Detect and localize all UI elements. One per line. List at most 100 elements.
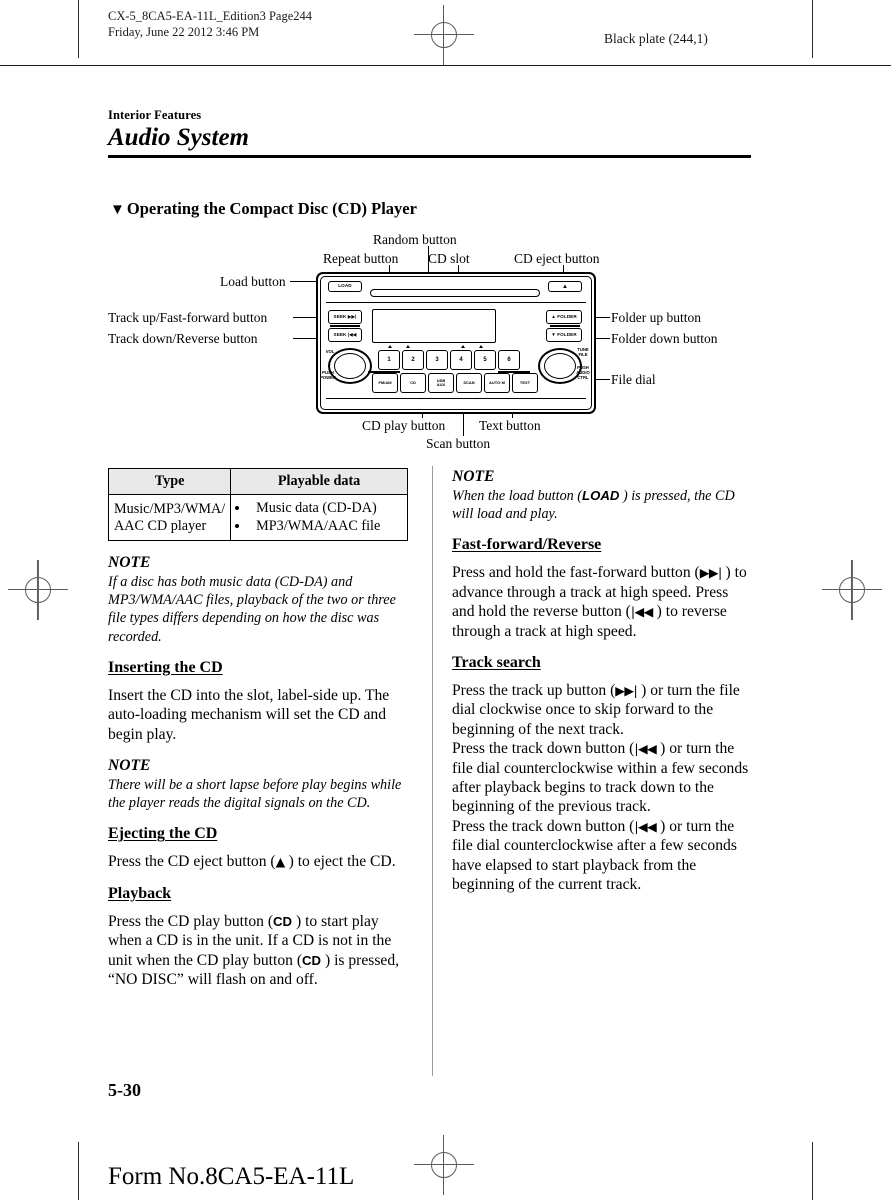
callout-repeat-button: Repeat button <box>323 251 399 266</box>
cd-slot <box>370 289 540 297</box>
heading-playback: Playback <box>108 884 172 902</box>
paragraph-track-search-3: Press the track down button (|◀◀ ) or tu… <box>452 817 752 895</box>
heading-ejecting-the-cd: Ejecting the CD <box>108 825 218 843</box>
load-button[interactable]: LOAD <box>328 281 362 292</box>
trim-mark-bottom-left <box>78 1142 79 1200</box>
note-label: NOTE <box>108 757 151 775</box>
manual-page: CX-5_8CA5-EA-11L_Edition3 Page244 Friday… <box>0 0 891 1200</box>
playable-list: Music data (CD-DA) MP3/WMA/AAC file <box>236 500 402 535</box>
playable-data-table: Type Playable data Music/MP3/WMA/ AAC CD… <box>107 468 408 541</box>
playback-text-a: Press the CD play button ( <box>108 912 274 930</box>
trim-mark-bottom-right <box>812 1142 813 1200</box>
preset-button-4[interactable]: 4 <box>450 350 472 370</box>
track-down-icon: |◀◀ <box>634 741 657 757</box>
note-text: If a disc has both music data (CD-DA) an… <box>108 574 396 645</box>
search-p3-a: Press the track down button ( <box>452 817 635 835</box>
cd-button-glyph: CD <box>273 913 293 929</box>
side-trim-right <box>852 560 853 620</box>
callout-load-button: Load button <box>220 274 286 289</box>
callout-folder-down-button: Folder down button <box>611 331 718 346</box>
heading-fast-forward-reverse: Fast-forward/Reverse <box>452 536 602 554</box>
paragraph-fast-forward: Press and hold the fast-forward button (… <box>452 563 752 641</box>
paragraph-track-search-2: Press the track down button (|◀◀ ) or tu… <box>452 739 752 817</box>
scan-button[interactable]: SCAN <box>456 373 482 393</box>
cd-player-diagram: Random button Repeat button CD slot CD e… <box>108 232 784 452</box>
preset-button-2[interactable]: 2 <box>402 350 424 370</box>
volume-knob-inner[interactable] <box>334 353 366 379</box>
cd-button-glyph: CD <box>302 952 322 968</box>
column-divider <box>432 466 433 1076</box>
note-text: There will be a short lapse before play … <box>108 777 402 812</box>
callout-text-button: Text button <box>479 418 541 433</box>
push-audio-ctrl-label: PUSH AUDIO CTRL <box>576 365 590 380</box>
list-item: MP3/WMA/AAC file <box>250 518 402 536</box>
note-text: When the load button (LOAD ) is pressed,… <box>452 487 752 523</box>
preset-button-3[interactable]: 3 <box>426 350 448 370</box>
callout-cd-play-button: CD play button <box>362 418 446 433</box>
heading-track-search: Track search <box>452 654 541 672</box>
track-up-icon: ▶▶| <box>615 683 638 699</box>
table-row: Music/MP3/WMA/ AAC CD player Music data … <box>107 494 408 541</box>
form-number: Form No.8CA5-EA-11L <box>108 1163 355 1190</box>
preset-button-6[interactable]: 6 <box>498 350 520 370</box>
preset-marker-6-icon <box>479 345 483 348</box>
note-label: NOTE <box>108 554 151 571</box>
running-head: CX-5_8CA5-EA-11L_Edition3 Page244 Friday… <box>108 9 313 39</box>
tune-file-label: TUNE FILE <box>577 347 589 357</box>
preset-marker-2-icon <box>406 345 410 348</box>
track-down-reverse-button[interactable]: SEEK |◀◀ <box>328 328 362 342</box>
heading-inserting-the-cd: Inserting the CD <box>108 658 223 676</box>
folder-connector <box>550 325 580 328</box>
cd-play-button[interactable]: CD <box>400 373 426 393</box>
auto-m-button[interactable]: AUTO·M <box>484 373 510 393</box>
folder-up-button[interactable]: ▲ FOLDER <box>546 310 582 324</box>
fm-am-button[interactable]: FM/AM <box>372 373 398 393</box>
eject-text-b: ) to eject the CD. <box>284 853 396 871</box>
preset-button-1[interactable]: 1 <box>378 350 400 370</box>
title-underline <box>108 155 751 158</box>
reverse-icon: |◀◀ <box>630 604 653 620</box>
radio-faceplate: LOAD ▲ SEEK ▶▶| SEEK |◀◀ ▲ FOLDER ▼ FOLD… <box>316 272 596 414</box>
note-text-a: When the load button ( <box>452 488 583 504</box>
table-header-row: Type Playable data <box>107 468 408 495</box>
eject-icon: ▲ <box>275 854 286 870</box>
track-down-icon: |◀◀ <box>634 818 657 834</box>
callout-scan-button: Scan button <box>426 436 491 451</box>
trim-mark-top-right <box>812 0 813 58</box>
usb-aux-button[interactable]: USB AUX <box>428 373 454 393</box>
table-header-type: Type <box>107 468 232 495</box>
page-title: Audio System <box>108 124 249 151</box>
right-column: NOTE When the load button (LOAD ) is pre… <box>452 468 752 908</box>
section-heading-label: Operating the Compact Disc (CD) Player <box>126 199 417 218</box>
track-up-fast-forward-button[interactable]: SEEK ▶▶| <box>328 310 362 324</box>
cd-eject-button[interactable]: ▲ <box>548 281 582 292</box>
folder-down-button[interactable]: ▼ FOLDER <box>546 328 582 342</box>
push-power-label: PUSH POWER <box>320 370 336 380</box>
section-bullet-icon: ▼ <box>110 202 125 218</box>
trim-mark-top-left <box>78 0 79 58</box>
preset-marker-5-icon <box>461 345 465 348</box>
paragraph-playback: Press the CD play button (CD ) to start … <box>108 912 413 990</box>
left-column: Type Playable data Music/MP3/WMA/ AAC CD… <box>107 468 413 1002</box>
callout-track-down-rev-button: Track down/Reverse button <box>108 331 258 346</box>
callout-file-dial: File dial <box>611 372 656 387</box>
text-button[interactable]: TEXT <box>512 373 538 393</box>
faceplate-divider-2 <box>326 398 586 400</box>
chapter-kicker: Interior Features <box>108 108 202 122</box>
list-item: Music data (CD-DA) <box>250 500 402 518</box>
registration-mark-bottom <box>414 1135 474 1195</box>
callout-cd-eject-button: CD eject button <box>514 251 600 266</box>
callout-random-button: Random button <box>373 232 457 247</box>
paragraph-ejecting: Press the CD eject button (▲ ) to eject … <box>108 852 413 871</box>
side-trim-left <box>38 560 39 620</box>
table-cell-playable: Music data (CD-DA) MP3/WMA/AAC file <box>230 494 408 541</box>
display-screen <box>372 309 496 343</box>
preset-button-5[interactable]: 5 <box>474 350 496 370</box>
header-rule <box>0 65 891 66</box>
search-p1-a: Press the track up button ( <box>452 682 616 700</box>
load-button-glyph: LOAD <box>582 488 620 503</box>
callout-folder-up-button: Folder up button <box>611 310 701 325</box>
page-number: 5-30 <box>108 1080 141 1100</box>
paragraph-track-search-1: Press the track up button (▶▶| ) or turn… <box>452 681 752 739</box>
callout-track-up-ff-button: Track up/Fast-forward button <box>108 310 268 325</box>
